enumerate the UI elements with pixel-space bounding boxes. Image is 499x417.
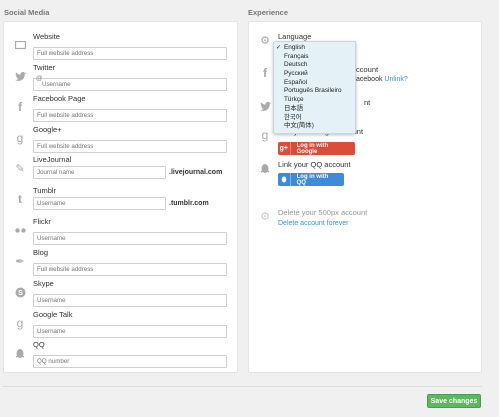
social-media-panel: Website Twitter @ f Facebook Page g Goog… — [3, 21, 238, 373]
google-plus-input[interactable] — [33, 140, 227, 153]
qq-icon — [278, 173, 291, 186]
language-option[interactable]: English — [274, 44, 355, 53]
skype-icon: S — [12, 284, 28, 300]
flickr-label: Flickr — [33, 217, 51, 226]
facebook-page-input[interactable] — [33, 109, 227, 122]
google-talk-icon: g — [16, 316, 24, 330]
google-plus-label: Google+ — [33, 125, 62, 134]
twitter-row: Twitter @ — [12, 63, 227, 91]
google-talk-input[interactable] — [33, 325, 227, 338]
google-login-button[interactable]: g+ Log in with Google — [278, 142, 355, 155]
twitter-at-prefix: @ — [36, 75, 43, 82]
skype-label: Skype — [33, 279, 54, 288]
skype-row: S Skype — [12, 279, 227, 307]
language-option[interactable]: 日本語 — [274, 105, 355, 114]
blog-input[interactable] — [33, 263, 227, 276]
tumblr-row: t Tumblr .tumblr.com — [12, 186, 209, 210]
twitter-input[interactable] — [33, 78, 227, 91]
livejournal-row: ✎ LiveJournal .livejournal.com — [12, 155, 222, 179]
language-dropdown-menu[interactable]: English Français Deutsch Русский Español… — [273, 41, 356, 134]
twitter-label: Twitter — [33, 63, 56, 72]
google-plus-icon: g — [16, 131, 24, 145]
language-option[interactable]: Deutsch — [274, 61, 355, 70]
qq-input[interactable] — [33, 355, 227, 368]
qq-link-row: Link your QQ account Log in with QQ — [258, 160, 351, 188]
facebook-icon: f — [18, 100, 22, 114]
qq-login-button[interactable]: Log in with QQ — [278, 173, 344, 186]
livejournal-suffix: .livejournal.com — [169, 169, 223, 176]
qq-login-label: Log in with QQ — [296, 173, 329, 186]
google-plus-icon: g+ — [278, 142, 291, 155]
gear-icon: ⚙ — [260, 34, 270, 47]
facebook-page-label: Facebook Page — [33, 94, 86, 103]
facebook-icon: f — [263, 66, 267, 80]
delete-account-row: ⚙ Delete your 500px account Delete accou… — [258, 208, 367, 230]
facebook-account-text: ccount — [356, 65, 379, 74]
facebook-connected-text: acebook — [356, 76, 383, 83]
social-media-heading: Social Media — [4, 8, 50, 17]
blog-row: ✒ Blog — [12, 248, 227, 276]
google-login-label: Log in with Google — [296, 142, 329, 155]
flickr-row: Flickr — [12, 217, 227, 245]
qq-label: QQ — [33, 340, 45, 349]
experience-heading: Experience — [248, 8, 289, 17]
language-option[interactable]: Français — [274, 53, 355, 62]
website-row: Website — [12, 32, 227, 60]
livejournal-label: LiveJournal — [33, 155, 72, 164]
qq-icon — [12, 345, 28, 361]
twitter-icon — [258, 99, 272, 113]
facebook-page-row: f Facebook Page — [12, 94, 227, 122]
tumblr-icon: t — [18, 192, 22, 206]
svg-text:S: S — [18, 290, 23, 297]
blog-label: Blog — [33, 248, 49, 257]
tumblr-label: Tumblr — [33, 186, 57, 195]
save-changes-button[interactable]: Save changes — [427, 394, 481, 408]
delete-account-link[interactable]: Delete account forever — [278, 218, 367, 230]
skype-input[interactable] — [33, 294, 227, 307]
language-option[interactable]: Español — [274, 79, 355, 88]
livejournal-input[interactable] — [33, 166, 166, 179]
google-plus-icon: g — [261, 128, 269, 142]
qq-row: QQ — [12, 340, 227, 368]
google-plus-row: g Google+ — [12, 125, 227, 153]
language-option[interactable]: Русский — [274, 70, 355, 79]
footer-divider — [3, 386, 482, 387]
pen-icon: ✒ — [15, 255, 25, 268]
google-talk-row: g Google Talk — [12, 310, 227, 338]
delete-account-label: Delete your 500px account — [278, 208, 368, 217]
flickr-icon — [12, 222, 28, 238]
twitter-account-text: nt — [364, 98, 371, 107]
pencil-icon: ✎ — [15, 162, 25, 175]
gear-icon: ⚙ — [260, 210, 270, 223]
qq-account-label: Link your QQ account — [278, 160, 351, 169]
facebook-unlink-link[interactable]: Unlink? — [384, 76, 407, 83]
language-option[interactable]: Português Brasileiro — [274, 87, 355, 96]
tumblr-input[interactable] — [33, 197, 166, 210]
tumblr-suffix: .tumblr.com — [169, 200, 209, 207]
website-label: Website — [33, 32, 60, 41]
google-talk-label: Google Talk — [33, 310, 73, 319]
website-input[interactable] — [33, 47, 227, 60]
qq-icon — [258, 161, 272, 175]
monitor-icon — [12, 37, 28, 53]
flickr-input[interactable] — [33, 232, 227, 245]
language-option[interactable]: Türkçe — [274, 96, 355, 105]
language-option[interactable]: 中文(简体) — [274, 122, 355, 131]
language-option[interactable]: 한국어 — [274, 114, 355, 123]
twitter-icon — [12, 68, 28, 84]
